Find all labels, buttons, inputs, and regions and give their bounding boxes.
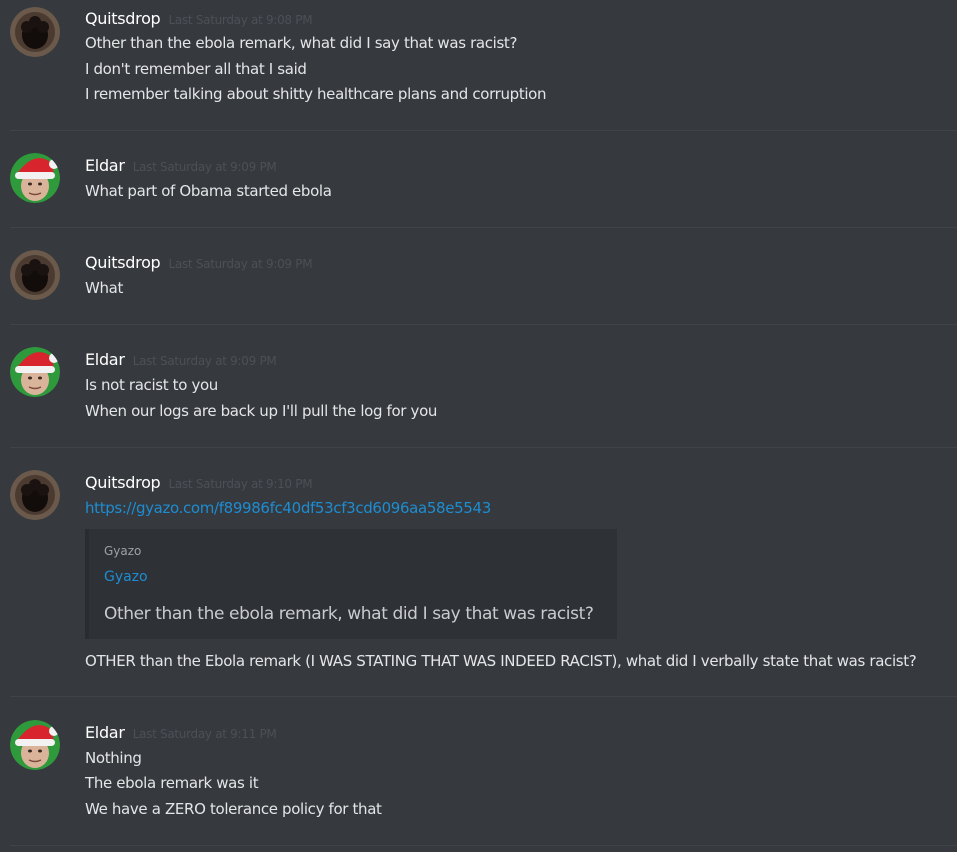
- santa-hat-avatar-icon: [10, 153, 60, 203]
- avatar[interactable]: [10, 7, 60, 57]
- message-divider: [10, 845, 957, 846]
- message-divider: [10, 324, 957, 325]
- paw-avatar-icon: [10, 250, 60, 300]
- avatar[interactable]: [10, 153, 60, 203]
- message-divider: [10, 696, 957, 697]
- message-text: OTHER than the Ebola remark (I WAS STATI…: [85, 652, 917, 670]
- timestamp: Last Saturday at 9:10 PM: [168, 477, 313, 491]
- paw-avatar-icon: [10, 7, 60, 57]
- chat-messages: Quitsdrop Last Saturday at 9:08 PM Other…: [0, 0, 957, 852]
- embed-description: Other than the ebola remark, what did I …: [104, 604, 594, 624]
- message-text: The ebola remark was it: [85, 774, 259, 792]
- avatar[interactable]: [10, 347, 60, 397]
- message-text: What part of Obama started ebola: [85, 182, 332, 200]
- embed-provider: Gyazo: [104, 544, 142, 558]
- message-text: Other than the ebola remark, what did I …: [85, 34, 518, 52]
- santa-hat-avatar-icon: [10, 347, 60, 397]
- message-header: Quitsdrop Last Saturday at 9:08 PM: [85, 9, 313, 29]
- username[interactable]: Eldar: [85, 350, 125, 369]
- message-link[interactable]: https://gyazo.com/f89986fc40df53cf3cd609…: [85, 499, 491, 517]
- link-embed: Gyazo Gyazo Other than the ebola remark,…: [85, 529, 617, 639]
- avatar[interactable]: [10, 720, 60, 770]
- username[interactable]: Eldar: [85, 156, 125, 175]
- username[interactable]: Quitsdrop: [85, 473, 161, 492]
- message-text: When our logs are back up I'll pull the …: [85, 402, 438, 420]
- message-text: We have a ZERO tolerance policy for that: [85, 800, 382, 818]
- timestamp: Last Saturday at 9:11 PM: [132, 727, 277, 741]
- timestamp: Last Saturday at 9:09 PM: [168, 257, 313, 271]
- message-header: Eldar Last Saturday at 9:11 PM: [85, 723, 277, 743]
- avatar[interactable]: [10, 470, 60, 520]
- embed-title-link[interactable]: Gyazo: [104, 569, 148, 585]
- message-divider: [10, 447, 957, 448]
- username[interactable]: Eldar: [85, 723, 125, 742]
- paw-avatar-icon: [10, 470, 60, 520]
- santa-hat-avatar-icon: [10, 720, 60, 770]
- message-header: Quitsdrop Last Saturday at 9:10 PM: [85, 473, 313, 493]
- timestamp: Last Saturday at 9:09 PM: [132, 160, 277, 174]
- message-text: I don't remember all that I said: [85, 60, 307, 78]
- message-divider: [10, 227, 957, 228]
- message-text: Nothing: [85, 749, 142, 767]
- message-header: Eldar Last Saturday at 9:09 PM: [85, 156, 277, 176]
- username[interactable]: Quitsdrop: [85, 253, 161, 272]
- message-text: What: [85, 279, 124, 297]
- avatar[interactable]: [10, 250, 60, 300]
- message-header: Eldar Last Saturday at 9:09 PM: [85, 350, 277, 370]
- message-text: Is not racist to you: [85, 376, 218, 394]
- timestamp: Last Saturday at 9:09 PM: [132, 354, 277, 368]
- timestamp: Last Saturday at 9:08 PM: [168, 13, 313, 27]
- message-divider: [10, 130, 957, 131]
- username[interactable]: Quitsdrop: [85, 9, 161, 28]
- message-header: Quitsdrop Last Saturday at 9:09 PM: [85, 253, 313, 273]
- message-text: I remember talking about shitty healthca…: [85, 85, 547, 103]
